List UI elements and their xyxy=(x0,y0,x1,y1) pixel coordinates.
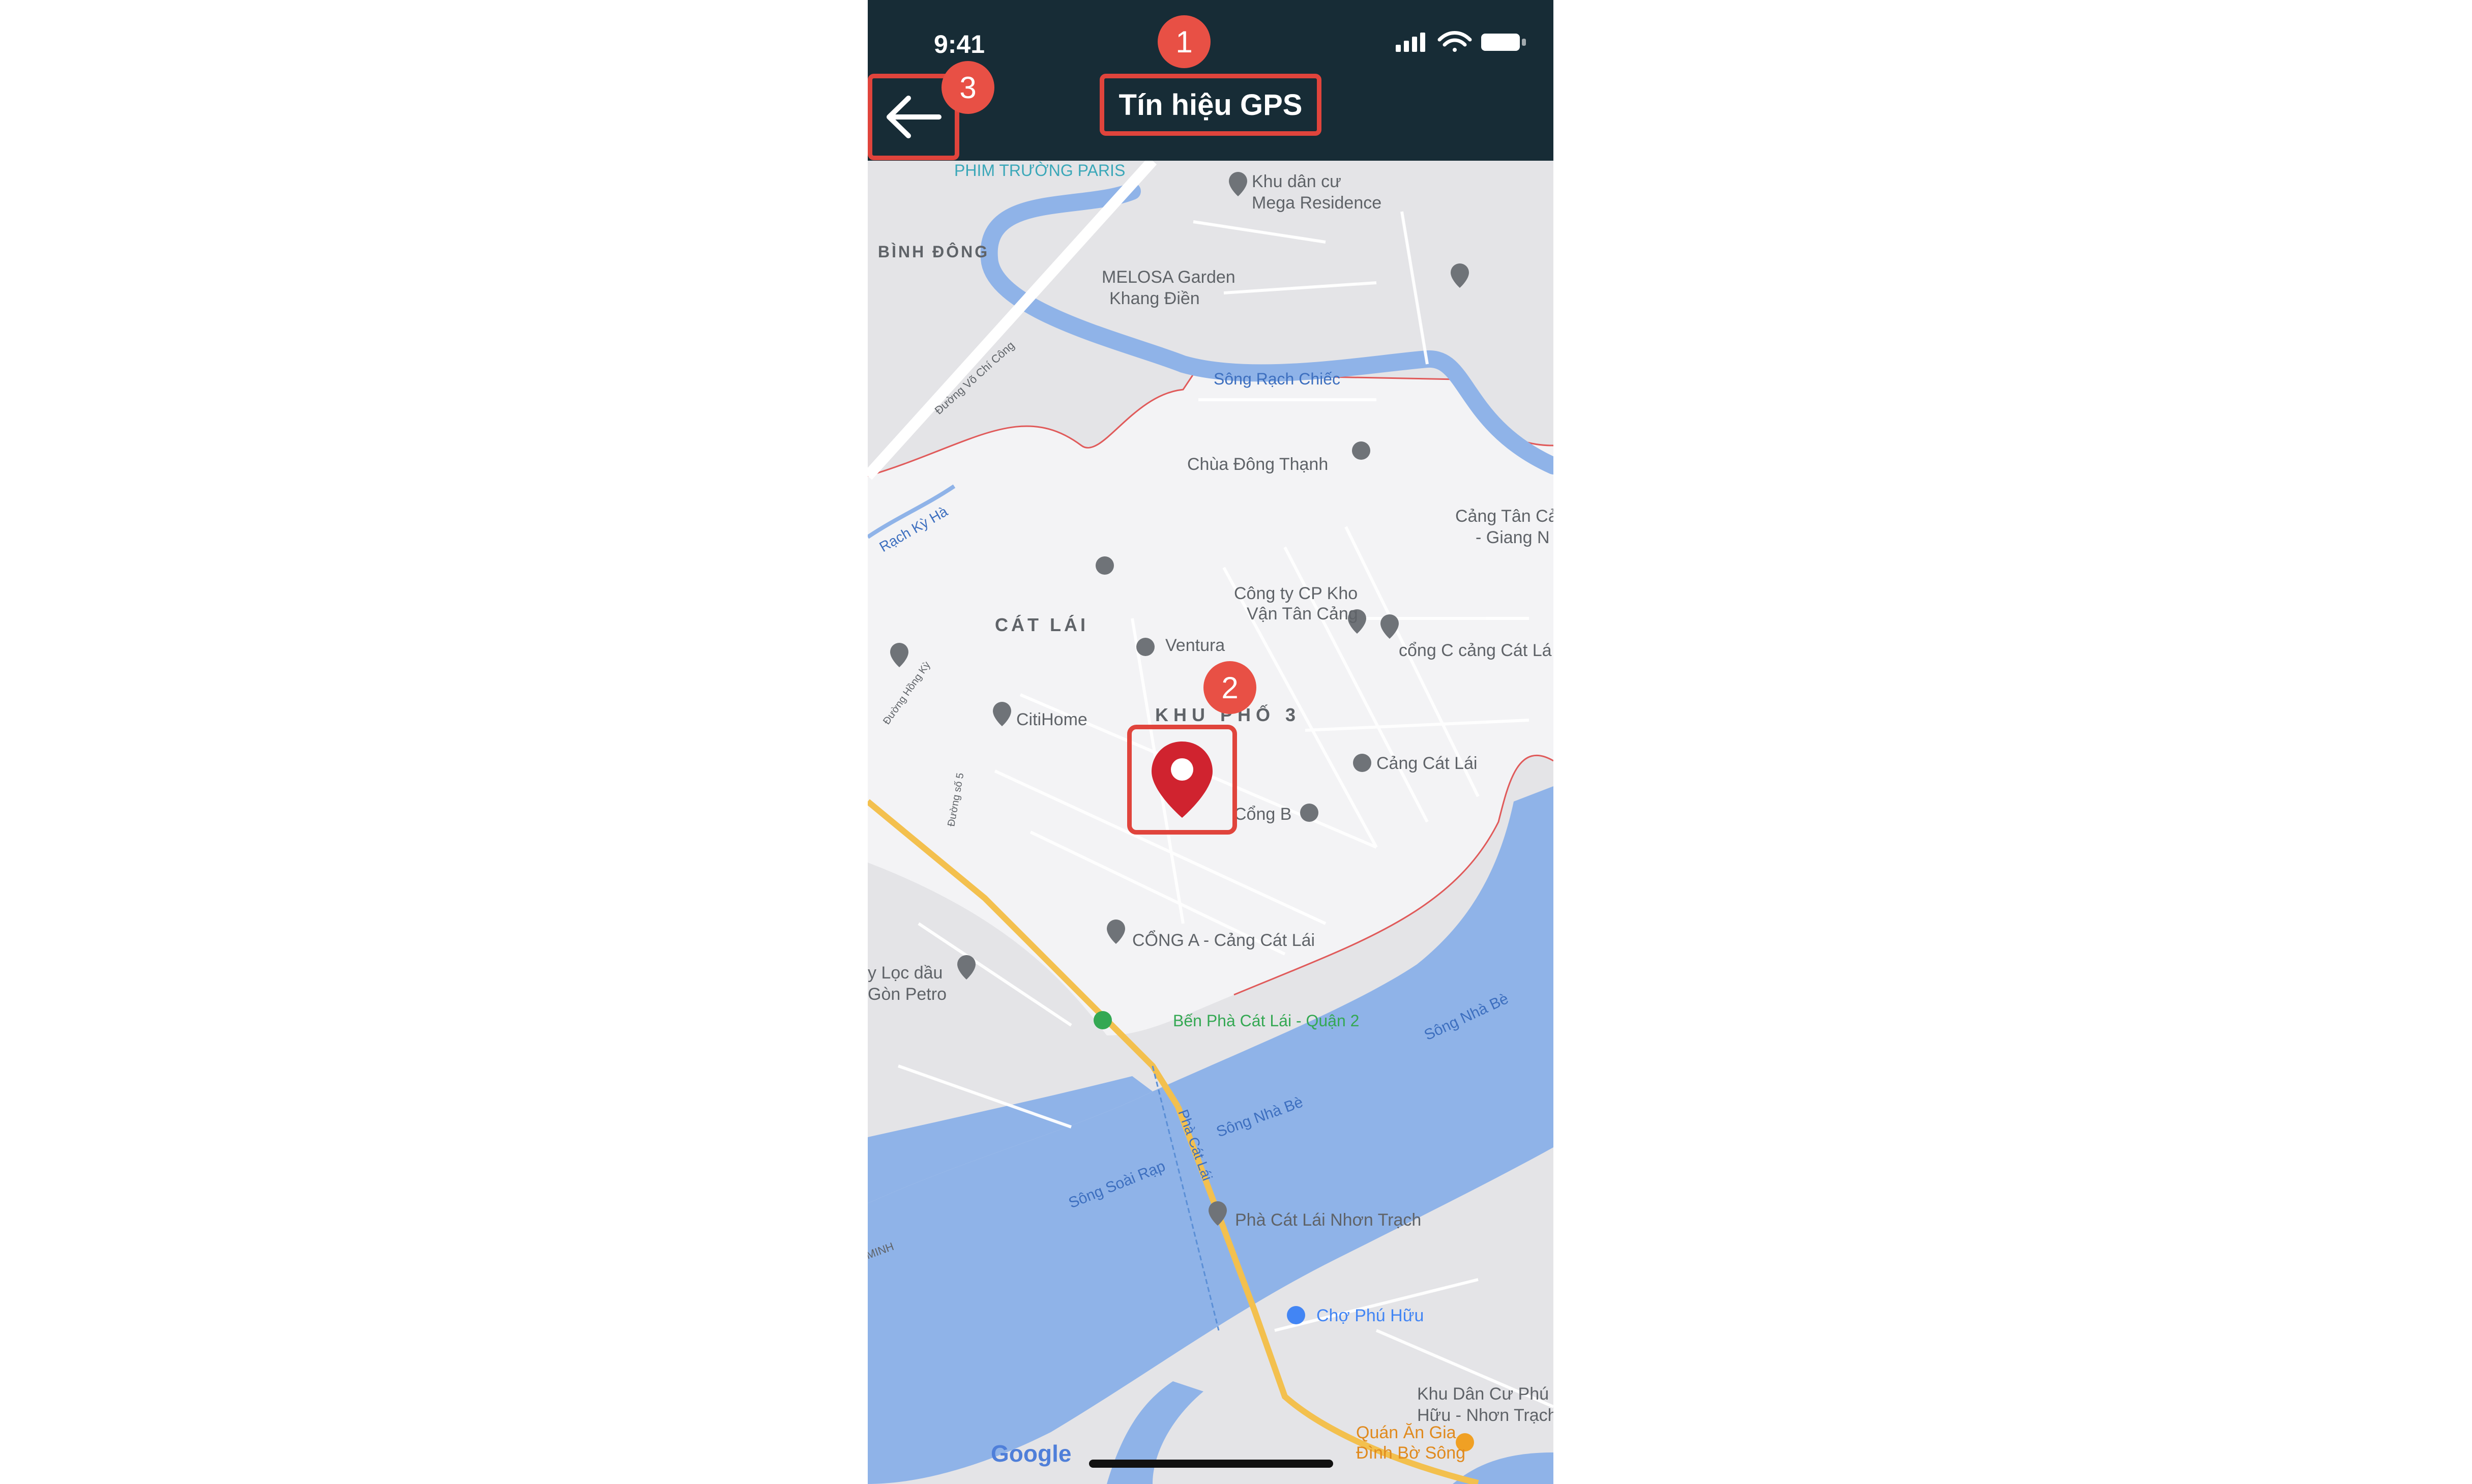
status-time: 9:41 xyxy=(934,30,985,58)
poi-label: Mega Residence xyxy=(1252,193,1381,213)
poi-label: y Lọc dầu xyxy=(868,963,943,983)
poi-label: Khang Điền xyxy=(1109,289,1200,308)
arrow-left-icon xyxy=(887,96,941,138)
poi-label: Chùa Đông Thạnh xyxy=(1187,455,1328,474)
location-marker-highlight[interactable] xyxy=(1127,725,1237,835)
area-label: CÁT LÁI xyxy=(995,614,1088,635)
status-icons xyxy=(1396,31,1526,52)
battery-icon xyxy=(1481,34,1526,51)
signal-icon xyxy=(1396,33,1425,52)
page-title-highlight: Tín hiệu GPS xyxy=(1100,74,1321,136)
page-title: Tín hiệu GPS xyxy=(1119,88,1303,122)
annotation-badge-3: 3 xyxy=(941,61,994,114)
wifi-icon xyxy=(1437,31,1472,52)
poi-label: Phà Cát Lái Nhơn Trạch xyxy=(1235,1210,1421,1230)
poi-label: Công ty CP Kho xyxy=(1234,584,1358,603)
poi-label: Vận Tân Cảng xyxy=(1247,604,1358,624)
poi-label: Cổng B xyxy=(1234,805,1291,824)
poi-label: Quán Ăn Gia xyxy=(1356,1423,1456,1442)
poi-label: Cảng Cát Lái xyxy=(1376,754,1477,773)
poi-label: Cảng Tân Cả xyxy=(1455,507,1553,526)
poi-label: Ventura xyxy=(1165,636,1225,655)
annotation-badge-2: 2 xyxy=(1203,661,1256,714)
poi-label: CỔNG A - Cảng Cát Lái xyxy=(1132,931,1315,950)
home-indicator xyxy=(1089,1460,1333,1468)
poi-label: - Giang N xyxy=(1476,528,1550,547)
poi-label: Hữu - Nhơn Trạch xyxy=(1417,1406,1553,1425)
google-logo: Google xyxy=(991,1440,1071,1467)
poi-label: CitiHome xyxy=(1016,710,1087,729)
annotation-badge-1: 1 xyxy=(1158,15,1211,68)
poi-label: Khu dân cư xyxy=(1252,172,1341,191)
poi-label: Khu Dân Cư Phú xyxy=(1417,1384,1549,1404)
area-label: BÌNH ĐÔNG xyxy=(878,243,989,261)
poi-label: Đình Bờ Sông xyxy=(1356,1443,1465,1463)
river-label: Sông Rạch Chiếc xyxy=(1214,370,1340,388)
poi-label: PHIM TRƯỜNG PARIS xyxy=(954,161,1125,180)
poi-label: Chợ Phú Hữu xyxy=(1316,1306,1424,1325)
poi-label: cổng C cảng Cát Lá xyxy=(1399,641,1552,660)
poi-label: MELOSA Garden xyxy=(1102,268,1235,287)
location-pin-icon[interactable] xyxy=(1149,739,1215,820)
phone-screen: BÌNH ĐÔNG CÁT LÁI KHU PHỐ 3 Sông Rạch Ch… xyxy=(868,0,1553,1484)
poi-label: Gòn Petro xyxy=(868,985,947,1004)
poi-label: Bến Phà Cát Lái - Quận 2 xyxy=(1173,1012,1359,1030)
